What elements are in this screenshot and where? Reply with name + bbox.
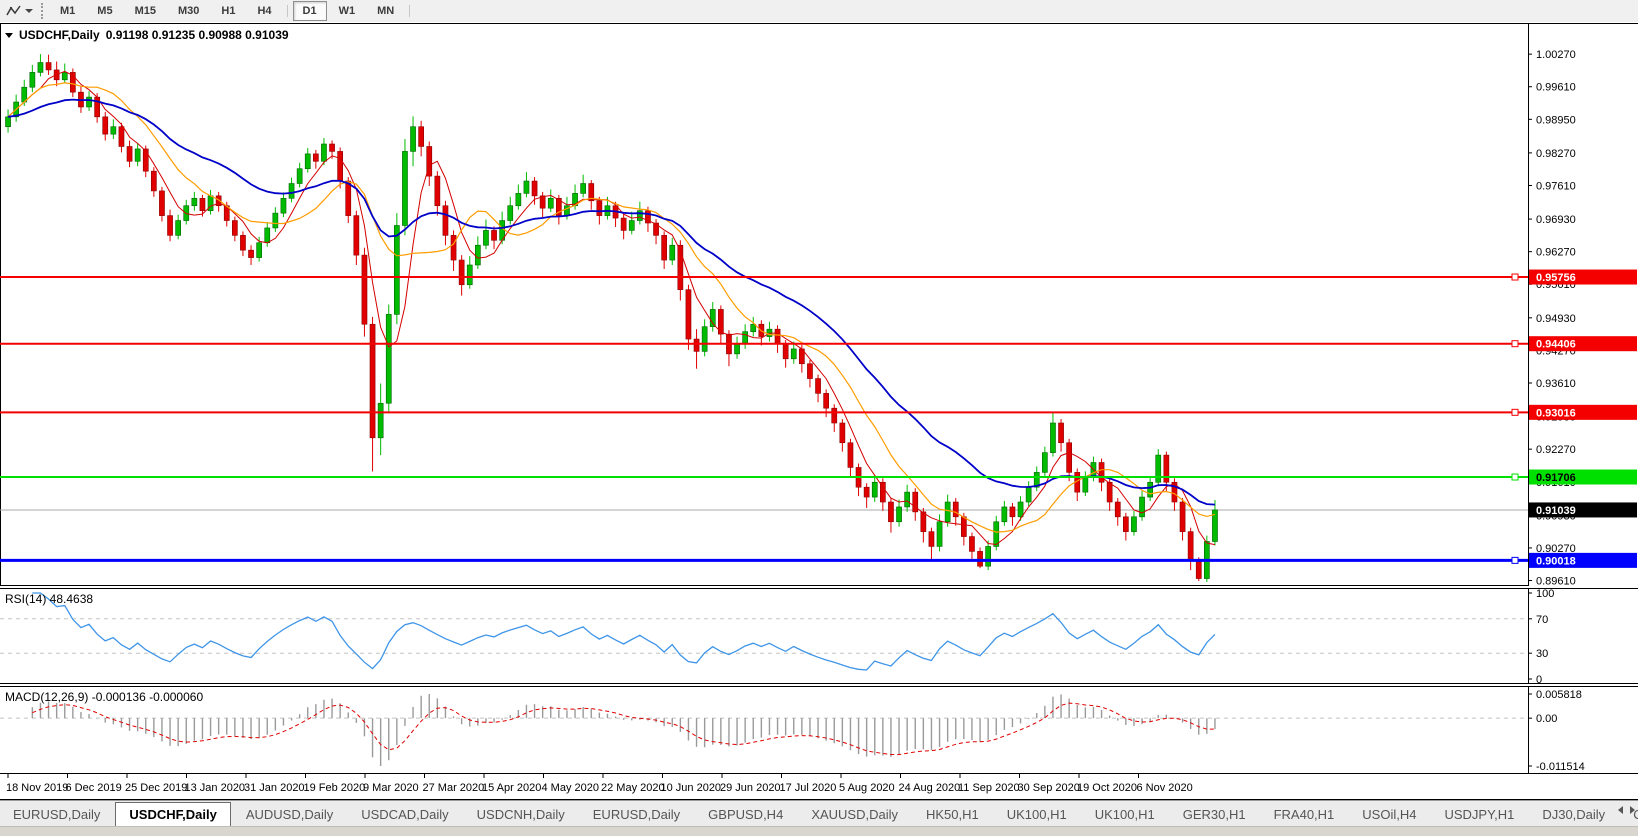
svg-text:17 Jul 2020: 17 Jul 2020	[780, 782, 837, 794]
chart-tab-uk100-h1[interactable]: UK100,H1	[1082, 803, 1168, 827]
chart-tab-bar: EURUSD,Daily USDCHF,Daily AUDUSD,Daily USDC…	[0, 800, 1638, 827]
svg-text:10 Jun 2020: 10 Jun 2020	[661, 782, 722, 794]
svg-text:30: 30	[1536, 648, 1548, 660]
chart-tab-ger30-h1[interactable]: GER30,H1	[1170, 803, 1259, 827]
svg-text:9 Mar 2020: 9 Mar 2020	[363, 782, 419, 794]
svg-text:15 Apr 2020: 15 Apr 2020	[482, 782, 541, 794]
chart-tab-fra40-h1[interactable]: FRA40,H1	[1261, 803, 1348, 827]
svg-text:0.96930: 0.96930	[1536, 214, 1576, 226]
svg-text:0.98950: 0.98950	[1536, 114, 1576, 126]
svg-text:0.93016: 0.93016	[1536, 407, 1576, 419]
toolbar-grip[interactable]	[41, 3, 43, 19]
svg-text:0: 0	[1536, 674, 1542, 684]
timeframe-button-h1[interactable]: H1	[211, 1, 245, 21]
svg-text:0.93610: 0.93610	[1536, 378, 1576, 390]
svg-text:0.98270: 0.98270	[1536, 148, 1576, 160]
chart-tab-hk50-h1[interactable]: HK50,H1	[913, 803, 992, 827]
hline-handle	[1511, 473, 1519, 481]
timeframe-buttons: M1 M5 M15 M30 H1 H4 D1 W1 MN	[49, 1, 414, 21]
svg-text:70: 70	[1536, 614, 1548, 626]
hline-handle	[1511, 556, 1519, 564]
svg-text:0.94930: 0.94930	[1536, 313, 1576, 325]
svg-text:0.99610: 0.99610	[1536, 82, 1576, 94]
svg-text:0.90018: 0.90018	[1536, 555, 1576, 567]
timeframe-button-m15[interactable]: M15	[125, 1, 166, 21]
chart-tab-gbpusd-h4[interactable]: GBPUSD,H4	[695, 803, 796, 827]
chart-tab-usdcnh-daily[interactable]: USDCNH,Daily	[464, 803, 578, 827]
chart-tab-dj30-daily[interactable]: DJ30,Daily	[1529, 803, 1618, 827]
chart-tab-xauusd-daily[interactable]: XAUUSD,Daily	[798, 803, 911, 827]
svg-text:25 Dec 2019: 25 Dec 2019	[125, 782, 187, 794]
svg-text:0.97610: 0.97610	[1536, 180, 1576, 192]
svg-text:0.89610: 0.89610	[1536, 576, 1576, 586]
tab-scroll-left-icon[interactable]	[1618, 806, 1623, 814]
svg-text:27 Mar 2020: 27 Mar 2020	[423, 782, 485, 794]
svg-text:0.005818: 0.005818	[1536, 689, 1582, 701]
macd-pane[interactable]: 0.005818 0.00 -0.011514	[0, 686, 1638, 774]
svg-text:6 Dec 2019: 6 Dec 2019	[66, 782, 122, 794]
svg-text:22 May 2020: 22 May 2020	[601, 782, 665, 794]
chart-window: 1.00270 0.99610 0.98950 0.98270 0.97610 0.969…	[0, 22, 1638, 800]
hline-handle	[1511, 408, 1519, 416]
chart-tab-audusd-daily[interactable]: AUDUSD,Daily	[233, 803, 346, 827]
rsi-pane[interactable]: 100 70 30 0	[0, 588, 1638, 684]
timeframe-button-m1[interactable]: M1	[50, 1, 85, 21]
svg-text:0.96270: 0.96270	[1536, 247, 1576, 259]
svg-text:30 Sep 2020: 30 Sep 2020	[1018, 782, 1080, 794]
toolbar-separator	[286, 5, 288, 17]
svg-text:0.91039: 0.91039	[1536, 505, 1576, 517]
svg-text:11 Sep 2020: 11 Sep 2020	[958, 782, 1020, 794]
svg-text:5 Aug 2020: 5 Aug 2020	[839, 782, 895, 794]
svg-text:0.00: 0.00	[1536, 713, 1557, 725]
svg-text:0.92270: 0.92270	[1536, 444, 1576, 456]
svg-text:18 Nov 2019: 18 Nov 2019	[6, 782, 68, 794]
timeframe-button-m30[interactable]: M30	[168, 1, 209, 21]
main-price-chart[interactable]: 1.00270 0.99610 0.98950 0.98270 0.97610 0.969…	[0, 23, 1638, 586]
chart-tab-usdchf-daily[interactable]: USDCHF,Daily	[115, 802, 231, 827]
macd-indicator-label: MACD(12,26,9) -0.000136 -0.000060	[5, 690, 204, 704]
toolbar-separator	[409, 5, 411, 17]
svg-text:6 Nov 2020: 6 Nov 2020	[1137, 782, 1193, 794]
svg-text:24 Aug 2020: 24 Aug 2020	[899, 782, 961, 794]
chart-title: USDCHF,Daily 0.91198 0.91235 0.90988 0.9…	[5, 28, 289, 42]
svg-text:31 Jan 2020: 31 Jan 2020	[244, 782, 305, 794]
timeframe-button-h4[interactable]: H4	[247, 1, 281, 21]
chart-title-ohlc: 0.91198 0.91235 0.90988 0.91039	[105, 28, 289, 42]
chart-tab-usdcad-daily[interactable]: USDCAD,Daily	[348, 803, 461, 827]
chart-tab-usoil-h4[interactable]: USOil,H4	[1349, 803, 1429, 827]
svg-text:0.94406: 0.94406	[1536, 339, 1576, 351]
svg-text:-0.011514: -0.011514	[1536, 761, 1585, 773]
chart-tab-eurusd-daily[interactable]: EURUSD,Daily	[0, 803, 113, 827]
timeframe-button-d1[interactable]: D1	[292, 1, 327, 21]
chart-tab-uk100-h1[interactable]: UK100,H1	[994, 803, 1080, 827]
timeframe-button-m5[interactable]: M5	[87, 1, 122, 21]
timeframe-button-w1[interactable]: W1	[329, 1, 366, 21]
timeframe-toolbar: M1 M5 M15 M30 H1 H4 D1 W1 MN	[0, 0, 1638, 23]
svg-text:100: 100	[1536, 588, 1554, 600]
chart-title-symbol: USDCHF,Daily	[19, 28, 100, 42]
svg-text:29 Jun 2020: 29 Jun 2020	[720, 782, 781, 794]
zigzag-glyph	[6, 5, 21, 16]
chart-tab-eurusd-daily[interactable]: EURUSD,Daily	[580, 803, 693, 827]
time-axis[interactable]: 18 Nov 20196 Dec 2019 25 Dec 201913 Jan 2…	[0, 774, 1638, 800]
svg-text:1.00270: 1.00270	[1536, 49, 1576, 61]
rsi-indicator-label: RSI(14) 48.4638	[5, 592, 94, 606]
zigzag-tool-icon[interactable]	[2, 2, 39, 20]
svg-text:19 Feb 2020: 19 Feb 2020	[304, 782, 366, 794]
hline-handle	[1511, 273, 1519, 281]
collapse-arrow-icon[interactable]	[5, 32, 13, 38]
timeframe-button-mn[interactable]: MN	[367, 1, 404, 21]
svg-text:0.95756: 0.95756	[1536, 272, 1576, 284]
svg-text:19 Oct 2020: 19 Oct 2020	[1077, 782, 1137, 794]
chart-tab-usdjpy-h1[interactable]: USDJPY,H1	[1431, 803, 1527, 827]
dropdown-caret-icon	[25, 9, 33, 13]
svg-text:4 May 2020: 4 May 2020	[542, 782, 599, 794]
svg-text:13 Jan 2020: 13 Jan 2020	[185, 782, 246, 794]
hline-handle	[1511, 340, 1519, 348]
tab-scroll-right-icon[interactable]	[1630, 806, 1635, 814]
svg-text:0.91706: 0.91706	[1536, 472, 1576, 484]
tab-scroll-arrows	[1618, 806, 1635, 814]
